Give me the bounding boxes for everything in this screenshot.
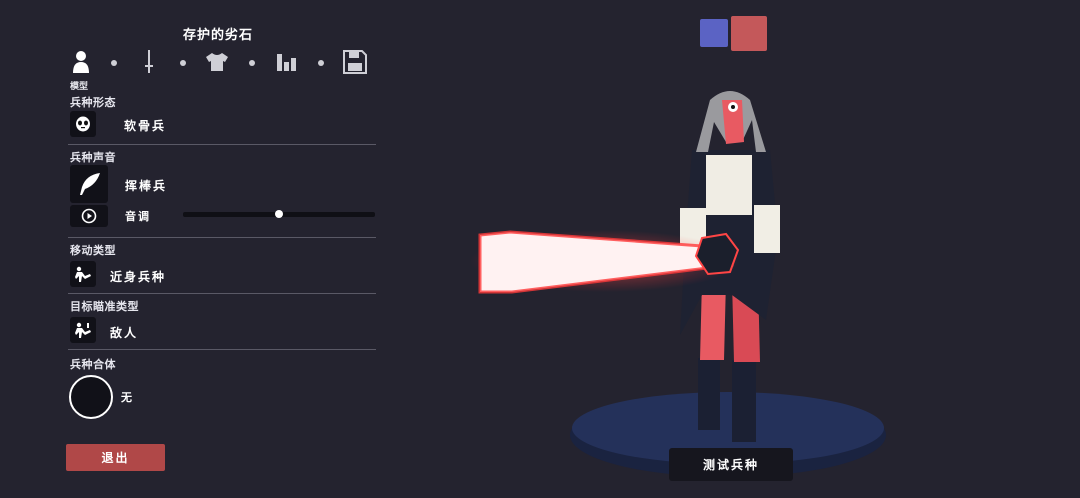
team-red-swatch[interactable] xyxy=(731,16,767,51)
team-blue-swatch[interactable] xyxy=(700,19,728,47)
shirt-icon xyxy=(206,53,228,71)
sword-icon xyxy=(145,50,153,73)
combination-slot[interactable] xyxy=(69,375,113,419)
unit-name-title[interactable]: 存护的劣石 xyxy=(183,24,253,43)
tab-model-caption: 模型 xyxy=(70,82,89,92)
movement-type-value: 近身兵种 xyxy=(110,270,167,284)
right-arm xyxy=(754,205,780,253)
tab-clothing[interactable] xyxy=(204,48,230,76)
movement-type-label: 移动类型 xyxy=(70,244,116,257)
section-divider xyxy=(68,237,376,238)
melee-unit-icon xyxy=(75,266,91,282)
tab-separator-dot xyxy=(111,60,117,66)
unit-voice-label: 兵种声音 xyxy=(70,151,116,164)
exit-button[interactable]: 退出 xyxy=(66,444,165,471)
unit-voice-value: 挥棒兵 xyxy=(125,179,168,193)
right-boot xyxy=(732,360,756,442)
play-icon xyxy=(81,208,97,224)
person-icon xyxy=(73,51,89,73)
tab-save[interactable] xyxy=(342,48,368,76)
tab-separator-dot xyxy=(318,60,324,66)
section-divider xyxy=(68,144,376,145)
bar-chart-icon xyxy=(277,54,296,71)
unit-preview-scene[interactable] xyxy=(470,60,910,498)
body-type-button[interactable] xyxy=(70,111,96,137)
test-unit-button[interactable]: 测试兵种 xyxy=(669,448,793,481)
play-voice-button[interactable] xyxy=(70,205,108,227)
left-boot xyxy=(698,358,720,430)
editor-tabs xyxy=(68,48,370,78)
combination-label: 兵种合体 xyxy=(70,358,116,371)
pitch-slider-thumb[interactable] xyxy=(275,210,283,218)
pitch-slider[interactable] xyxy=(183,210,375,218)
pitch-label: 音调 xyxy=(125,210,151,223)
body-type-label: 兵种形态 xyxy=(70,96,116,109)
floppy-disk-icon xyxy=(343,50,367,74)
targeting-type-label: 目标瞄准类型 xyxy=(70,300,139,313)
section-divider xyxy=(68,349,376,350)
feather-icon xyxy=(80,173,100,195)
tab-stats[interactable] xyxy=(274,48,300,76)
unit-creator-screen: 存护的劣石 模型 兵种形态 软骨兵 兵种声音 挥棒兵 音调 移动类型 近身兵种 … xyxy=(0,0,1080,498)
section-divider xyxy=(68,293,376,294)
tab-weapon[interactable] xyxy=(136,48,162,76)
unit-voice-button[interactable] xyxy=(70,165,108,203)
combination-value: 无 xyxy=(121,391,134,404)
targeting-type-value: 敌人 xyxy=(110,326,139,340)
mask-face-icon xyxy=(76,116,90,132)
targeting-type-button[interactable] xyxy=(70,317,96,343)
movement-type-button[interactable] xyxy=(70,261,96,287)
target-unit-icon xyxy=(75,322,91,338)
tab-separator-dot xyxy=(249,60,255,66)
body-type-value: 软骨兵 xyxy=(124,119,167,133)
tab-model[interactable] xyxy=(68,48,94,76)
tab-separator-dot xyxy=(180,60,186,66)
